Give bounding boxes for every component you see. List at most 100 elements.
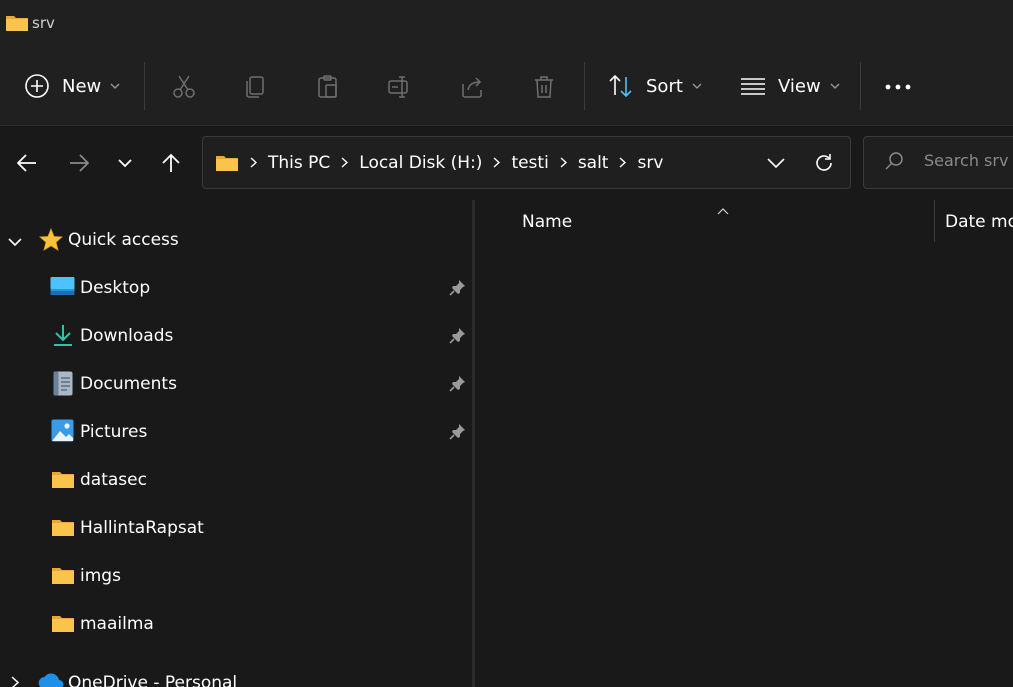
sort-ascending-icon: [717, 200, 729, 219]
toolbar-divider: [860, 62, 861, 110]
search-box[interactable]: [863, 136, 1013, 189]
cut-button[interactable]: [169, 72, 199, 102]
address-bar[interactable]: This PC Local Disk (H:) testi salt srv: [202, 136, 851, 189]
breadcrumb-item[interactable]: testi: [511, 153, 548, 173]
chevron-right-icon: [560, 157, 567, 168]
copy-button[interactable]: [241, 72, 271, 102]
folder-icon: [215, 154, 239, 172]
copy-icon: [246, 76, 264, 98]
file-list: Name Date mo: [475, 200, 1013, 687]
rename-icon: [388, 76, 408, 98]
documents-icon: [53, 371, 73, 396]
folder-icon: [51, 566, 75, 585]
folder-icon: [51, 518, 75, 537]
sidebar-item-label: imgs: [80, 566, 121, 586]
chevron-down-icon: [110, 83, 120, 89]
chevron-right-icon: [250, 157, 257, 168]
recent-locations-button[interactable]: [110, 148, 140, 178]
new-button[interactable]: New: [24, 66, 120, 106]
desktop-icon: [50, 276, 75, 297]
sidebar-item-label: Quick access: [68, 230, 179, 250]
share-button[interactable]: [457, 72, 487, 102]
chevron-down-icon: [830, 83, 840, 89]
sidebar-item-downloads[interactable]: Downloads: [0, 314, 472, 358]
sidebar-item-label: datasec: [80, 470, 147, 490]
navigation-pane: Quick access Desktop Downloads Documents…: [0, 200, 472, 687]
sidebar-item-label: Pictures: [80, 422, 148, 442]
sidebar-item-label: OneDrive - Personal: [68, 673, 238, 687]
delete-icon: [535, 76, 553, 98]
sidebar-item-imgs[interactable]: imgs: [0, 554, 472, 598]
more-icon: [885, 84, 911, 90]
arrow-left-icon: [17, 154, 36, 172]
chevron-down-icon: [767, 158, 785, 168]
plus-circle-icon: [25, 74, 49, 98]
toolbar-divider: [144, 62, 145, 110]
chevron-down-icon: [692, 83, 702, 89]
cloud-icon: [38, 673, 64, 687]
breadcrumb-item[interactable]: Local Disk (H:): [359, 153, 482, 173]
cut-icon: [173, 75, 195, 98]
title-bar: srv: [0, 0, 1013, 46]
sidebar-item-onedrive[interactable]: OneDrive - Personal: [0, 661, 472, 687]
sidebar-item-label: Downloads: [80, 326, 174, 346]
address-history-button[interactable]: [761, 148, 791, 178]
breadcrumb-item[interactable]: salt: [578, 153, 609, 173]
back-button[interactable]: [12, 148, 42, 178]
column-divider[interactable]: [934, 200, 935, 242]
more-options-button[interactable]: [883, 72, 913, 102]
sidebar-item-quick-access[interactable]: Quick access: [0, 218, 472, 262]
refresh-icon: [816, 154, 832, 171]
sidebar-item-pictures[interactable]: Pictures: [0, 410, 472, 454]
window-title: srv: [32, 14, 55, 32]
sidebar-item-maailma[interactable]: maailma: [0, 602, 472, 646]
breadcrumb-item[interactable]: srv: [637, 153, 663, 173]
forward-button[interactable]: [64, 148, 94, 178]
pin-icon: [449, 327, 466, 348]
delete-button[interactable]: [529, 72, 559, 102]
chevron-right-icon: [493, 157, 501, 168]
search-icon: [884, 151, 904, 175]
sidebar-item-label: maailma: [80, 614, 154, 634]
refresh-button[interactable]: [809, 148, 839, 178]
rename-button[interactable]: [385, 72, 415, 102]
paste-button[interactable]: [313, 72, 343, 102]
sidebar-item-label: Desktop: [80, 278, 151, 298]
column-header-name[interactable]: Name: [522, 212, 572, 232]
sidebar-item-desktop[interactable]: Desktop: [0, 266, 472, 310]
chevron-right-icon: [341, 157, 349, 168]
navigation-bar: This PC Local Disk (H:) testi salt srv: [0, 127, 1013, 200]
paste-icon: [318, 75, 337, 98]
pin-icon: [449, 423, 466, 444]
downloads-icon: [52, 324, 74, 347]
chevron-right-icon: [619, 157, 627, 168]
chevron-down-icon[interactable]: [8, 232, 22, 251]
column-header-date-modified[interactable]: Date mo: [945, 212, 1013, 232]
view-button[interactable]: View: [740, 66, 840, 106]
view-list-icon: [741, 78, 765, 95]
breadcrumb: This PC Local Disk (H:) testi salt srv: [215, 137, 663, 188]
sidebar-item-label: HallintaRapsat: [80, 518, 204, 538]
folder-icon: [51, 470, 75, 489]
pin-icon: [449, 375, 466, 396]
folder-icon: [51, 614, 75, 633]
star-icon: [39, 228, 63, 251]
sort-icon: [609, 74, 632, 98]
folder-icon: [5, 14, 29, 36]
pictures-icon: [51, 419, 74, 442]
breadcrumb-item[interactable]: This PC: [268, 153, 330, 173]
view-label: View: [778, 75, 821, 97]
sidebar-item-label: Documents: [80, 374, 177, 394]
arrow-right-icon: [70, 154, 89, 172]
chevron-right-icon[interactable]: [11, 674, 20, 687]
sidebar-item-documents[interactable]: Documents: [0, 362, 472, 406]
new-label: New: [62, 75, 102, 97]
sort-button[interactable]: Sort: [608, 66, 702, 106]
search-input[interactable]: [924, 151, 1013, 170]
sidebar-item-datasec[interactable]: datasec: [0, 458, 472, 502]
command-bar: New Sort View: [0, 46, 1013, 126]
arrow-up-icon: [162, 153, 180, 172]
up-button[interactable]: [156, 148, 186, 178]
share-icon: [462, 77, 482, 98]
sidebar-item-hallintarapsat[interactable]: HallintaRapsat: [0, 506, 472, 550]
